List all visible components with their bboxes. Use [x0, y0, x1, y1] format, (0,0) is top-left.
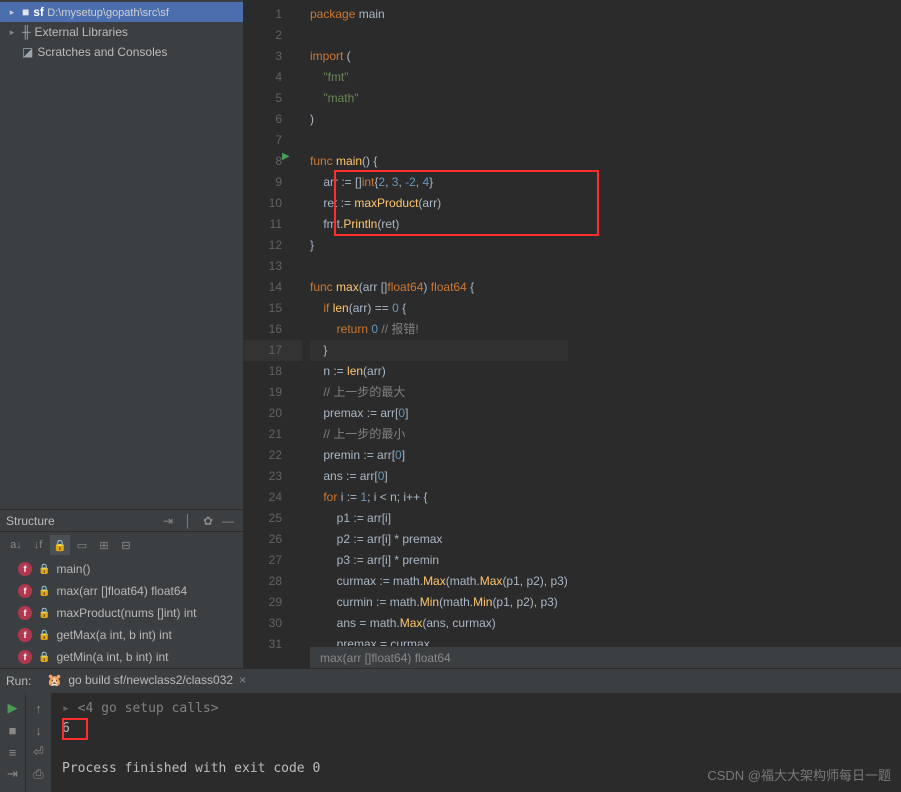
run-tools-right: ↑ ↓ ⏎ ⎙ [26, 693, 52, 792]
editor[interactable]: 1234567891011121314151617181920212223242… [244, 0, 901, 668]
setup-calls: <4 go setup calls> [78, 701, 219, 716]
stop-icon[interactable]: ■ [0, 719, 25, 741]
function-name: max(arr []float64) float64 [56, 584, 187, 598]
structure-function[interactable]: f 🔒 getMax(a int, b int) int [0, 624, 243, 646]
structure-function[interactable]: f 🔒 getMin(a int, b int) int [0, 646, 243, 668]
code-area[interactable]: package main import ( "fmt" "math") func… [310, 4, 568, 655]
run-icon[interactable]: ▶ [282, 151, 290, 162]
external-libraries[interactable]: ▸ ╫ External Libraries [0, 22, 243, 42]
lock-icon: 🔒 [38, 652, 50, 663]
project-path: D:\mysetup\gopath\src\sf [47, 7, 169, 19]
collapse-icon[interactable]: ⊟ [116, 535, 136, 555]
chevron-right-icon: ▸ [6, 7, 18, 18]
project-root[interactable]: ▸ ■ sf D:\mysetup\gopath\src\sf [0, 2, 243, 22]
watermark: CSDN @福大大架构师每日一题 [707, 765, 891, 784]
external-libs-label: External Libraries [35, 25, 128, 39]
structure-function[interactable]: f 🔒 max(arr []float64) float64 [0, 580, 243, 602]
gutter: 1234567891011121314151617181920212223242… [244, 0, 302, 668]
wrap-icon[interactable]: ⏎ [26, 741, 51, 763]
sidebar: ▸ ■ sf D:\mysetup\gopath\src\sf ▸ ╫ Exte… [0, 0, 244, 668]
run-label: Run: [6, 674, 31, 688]
scratches-label: Scratches and Consoles [37, 45, 167, 59]
library-icon: ╫ [22, 25, 31, 39]
up-icon[interactable]: ↑ [26, 697, 51, 719]
layout-icon[interactable]: ≡ [0, 741, 25, 763]
lock-icon: 🔒 [38, 564, 50, 575]
print-icon[interactable]: ⎙ [26, 763, 51, 785]
structure-function[interactable]: f 🔒 maxProduct(nums []int) int [0, 602, 243, 624]
pin-icon[interactable]: ⇥ [0, 763, 25, 785]
structure-panel: Structure ⇥ │ ✿ — a↓ ↓f 🔒 ▭ ⊞ ⊟ f 🔒 main()… [0, 509, 243, 668]
go-icon: 🐹 [47, 673, 62, 687]
gear-icon[interactable]: ✿ [199, 512, 217, 530]
console-output: 6 [62, 719, 891, 739]
breadcrumb[interactable]: max(arr []float64) float64 [310, 646, 901, 668]
structure-toolbar: a↓ ↓f 🔒 ▭ ⊞ ⊟ [0, 532, 243, 558]
lock-icon: 🔒 [38, 586, 50, 597]
function-name: getMin(a int, b int) int [56, 650, 168, 664]
project-name: sf [33, 5, 44, 19]
down-icon[interactable]: ↓ [26, 719, 51, 741]
scratches-icon: ◪ [22, 45, 33, 59]
function-icon: f [18, 628, 32, 642]
structure-function[interactable]: f 🔒 main() [0, 558, 243, 580]
lock-icon: 🔒 [38, 608, 50, 619]
function-icon: f [18, 584, 32, 598]
function-name: getMax(a int, b int) int [56, 628, 171, 642]
function-icon: f [18, 650, 32, 664]
structure-title: Structure [6, 514, 55, 528]
function-icon: f [18, 606, 32, 620]
chevron-right-icon: ▸ [6, 27, 18, 38]
highlight-box2 [62, 718, 88, 740]
function-name: maxProduct(nums []int) int [56, 606, 196, 620]
close-icon[interactable]: × [239, 673, 246, 687]
run-tab[interactable]: 🐹 go build sf/newclass2/class032 × [39, 671, 254, 692]
lock-icon: 🔒 [38, 630, 50, 641]
expand-icon[interactable]: ⊞ [94, 535, 114, 555]
sort-visibility-icon[interactable]: ↓f [28, 535, 48, 555]
rerun-icon[interactable]: ▶ [0, 697, 25, 719]
collapse-all-icon[interactable]: ⇥ [159, 512, 177, 530]
run-tools-left: ▶ ■ ≡ ⇥ [0, 693, 26, 792]
scratches[interactable]: ◪ Scratches and Consoles [0, 42, 243, 62]
folder-icon: ■ [22, 5, 29, 19]
project-tree: ▸ ■ sf D:\mysetup\gopath\src\sf ▸ ╫ Exte… [0, 0, 243, 62]
divider-icon: │ [179, 512, 197, 530]
sort-alpha-icon[interactable]: a↓ [6, 535, 26, 555]
highlight-box [334, 170, 599, 236]
lock-icon[interactable]: 🔒 [50, 535, 70, 555]
hide-icon[interactable]: — [219, 512, 237, 530]
function-name: main() [56, 562, 90, 576]
show-fields-icon[interactable]: ▭ [72, 535, 92, 555]
run-tab-label: go build sf/newclass2/class032 [68, 673, 233, 687]
function-icon: f [18, 562, 32, 576]
